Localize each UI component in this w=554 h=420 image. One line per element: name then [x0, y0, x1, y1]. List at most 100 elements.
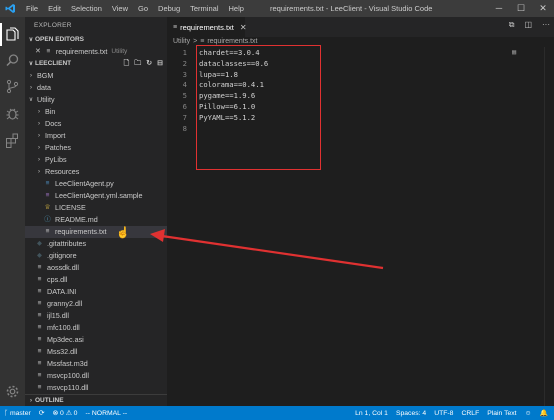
text-file-icon: ≡	[173, 23, 178, 31]
explorer-icon[interactable]	[0, 23, 21, 46]
open-editor-item[interactable]: ✕ ≡ requirements.txt Utility	[25, 46, 167, 58]
sync-icon[interactable]: ⟳	[35, 409, 49, 417]
text-file-icon: ≡	[37, 324, 42, 331]
tree-item[interactable]: ◆ .gitignore	[25, 250, 167, 262]
tree-item[interactable]: ⓘ README.md	[25, 214, 167, 226]
tab-requirements-txt[interactable]: ≡ requirements.txt ✕	[167, 17, 247, 37]
workspace-header[interactable]: ∨ LEECLIENT 🗋 🗀 ↻ ⊟	[25, 58, 167, 70]
text-file-icon: ≡	[37, 372, 42, 379]
line-number: 3	[182, 69, 187, 79]
extensions-icon[interactable]	[4, 132, 21, 149]
collapse-all-icon[interactable]: ⊟	[157, 58, 163, 70]
tree-item-label: README.md	[55, 215, 98, 224]
tree-item[interactable]: › BGM	[25, 70, 167, 82]
tree-item[interactable]: ≡ LeeClientAgent.py	[25, 178, 167, 190]
indentation[interactable]: Spaces: 4	[392, 410, 430, 417]
tree-item-label: PyLibs	[45, 155, 67, 164]
vim-mode: -- NORMAL --	[85, 409, 128, 417]
tree-item[interactable]: ∨ Utility	[25, 94, 167, 106]
line-number: 6	[182, 102, 187, 111]
outline-header[interactable]: › OUTLINE	[25, 394, 167, 406]
open-editors-header[interactable]: ∨ OPEN EDITORS	[25, 34, 167, 46]
tree-item[interactable]: › Docs	[25, 118, 167, 130]
editor-scrollbar[interactable]	[544, 47, 554, 406]
source-control-icon[interactable]	[4, 78, 21, 95]
menu-help[interactable]: Help	[223, 4, 248, 13]
tree-item[interactable]: ♕ LICENSE	[25, 202, 167, 214]
new-file-icon[interactable]: 🗋	[124, 58, 130, 70]
tree-item[interactable]: ≡ DATA.INI	[25, 286, 167, 298]
tree-item[interactable]: ≡ LeeClientAgent.yml.sample	[25, 190, 167, 202]
tree-item[interactable]: › Bin	[25, 106, 167, 118]
tree-item[interactable]: ≡ cps.dll	[25, 274, 167, 286]
tree-item[interactable]: ≡ ijl15.dll	[25, 310, 167, 322]
file-tree: › BGM › data ∨ Utility › Bin › Docs › Import › Patche…	[25, 70, 167, 394]
search-icon[interactable]	[4, 52, 21, 69]
text-file-icon: ≡	[37, 312, 42, 319]
tree-item[interactable]: ≡ aossdk.dll	[25, 262, 167, 274]
tree-item[interactable]: ≡ msvcp110.dll	[25, 382, 167, 394]
settings-gear-icon[interactable]	[4, 383, 21, 400]
text-file-icon: ≡	[37, 348, 42, 355]
menu-file[interactable]: File	[21, 4, 43, 13]
tree-item[interactable]: › Patches	[25, 142, 167, 154]
editor-actions: ⧉ ◫ ···	[509, 20, 550, 30]
close-icon[interactable]: ✕	[35, 46, 41, 58]
menu-debug[interactable]: Debug	[153, 4, 185, 13]
tree-item[interactable]: ≡ requirements.txt	[25, 226, 167, 238]
close-tab-icon[interactable]: ✕	[240, 23, 247, 32]
line-number: 7	[182, 112, 187, 122]
tree-item[interactable]: › Resources	[25, 166, 167, 178]
license-icon: ♕	[44, 204, 51, 211]
tree-item[interactable]: ≡ Mssfast.m3d	[25, 358, 167, 370]
chevron-right-icon: ›	[38, 169, 40, 175]
debug-icon[interactable]	[4, 105, 21, 122]
menu-edit[interactable]: Edit	[43, 4, 66, 13]
tree-item[interactable]: ≡ Mp3dec.asi	[25, 334, 167, 346]
code-text: chardet==3.0.4	[199, 48, 260, 57]
menu-view[interactable]: View	[107, 4, 133, 13]
problems-indicator[interactable]: ⊗ 0 ⚠ 0	[48, 409, 81, 417]
notifications-bell-icon[interactable]: 🔔	[536, 409, 552, 417]
feedback-icon[interactable]: ☺	[521, 410, 536, 417]
status-right: Ln 1, Col 1 Spaces: 4 UTF-8 CRLF Plain T…	[351, 406, 552, 420]
code-text: colorama==0.4.1	[199, 80, 264, 90]
tree-item[interactable]: ≡ Mss32.dll	[25, 346, 167, 358]
tree-item[interactable]: › PyLibs	[25, 154, 167, 166]
refresh-icon[interactable]: ↻	[146, 58, 152, 70]
tree-item[interactable]: ≡ granny2.dll	[25, 298, 167, 310]
tree-item-label: mfc100.dll	[47, 323, 80, 332]
tree-item-label: DATA.INI	[47, 287, 77, 296]
tree-item-label: Bin	[45, 107, 56, 116]
line-endings[interactable]: CRLF	[457, 410, 483, 417]
branch-indicator[interactable]: ᚴ master	[0, 410, 35, 417]
tree-item[interactable]: ≡ msvcp100.dll	[25, 370, 167, 382]
encoding[interactable]: UTF-8	[430, 410, 457, 417]
menu-go[interactable]: Go	[133, 4, 153, 13]
language-mode[interactable]: Plain Text	[483, 410, 520, 417]
menu-terminal[interactable]: Terminal	[185, 4, 223, 13]
tree-item[interactable]: › data	[25, 82, 167, 94]
chevron-down-icon: ∨	[28, 37, 34, 43]
minimize-button[interactable]: ─	[488, 0, 510, 17]
chevron-right-icon: ›	[30, 73, 32, 79]
line-number: 8	[182, 123, 187, 133]
open-changes-icon[interactable]: ◫	[524, 20, 532, 30]
code-editor[interactable]: ▦ 1 chardet==3.0.4 2 dataclasses==0.6 3 lupa=…	[167, 45, 554, 406]
tree-item-label: msvcp110.dll	[47, 383, 89, 392]
more-actions-icon[interactable]: ···	[542, 20, 550, 30]
new-folder-icon[interactable]: 🗀	[134, 58, 141, 70]
tree-item-label: Docs	[45, 119, 62, 128]
split-editor-icon[interactable]: ⧉	[509, 20, 515, 30]
text-file-icon: ≡	[37, 264, 42, 271]
tree-item[interactable]: › Import	[25, 130, 167, 142]
tree-item-label: Patches	[45, 143, 71, 152]
close-window-button[interactable]: ✕	[532, 0, 554, 17]
tree-item[interactable]: ≡ mfc100.dll	[25, 322, 167, 334]
menu-selection[interactable]: Selection	[66, 4, 107, 13]
breadcrumb-utility[interactable]: Utility	[173, 37, 190, 47]
cursor-position[interactable]: Ln 1, Col 1	[351, 410, 392, 417]
tree-item-label: Import	[45, 131, 66, 140]
tree-item[interactable]: ◆ .gitattributes	[25, 238, 167, 250]
maximize-button[interactable]: ☐	[510, 0, 532, 17]
